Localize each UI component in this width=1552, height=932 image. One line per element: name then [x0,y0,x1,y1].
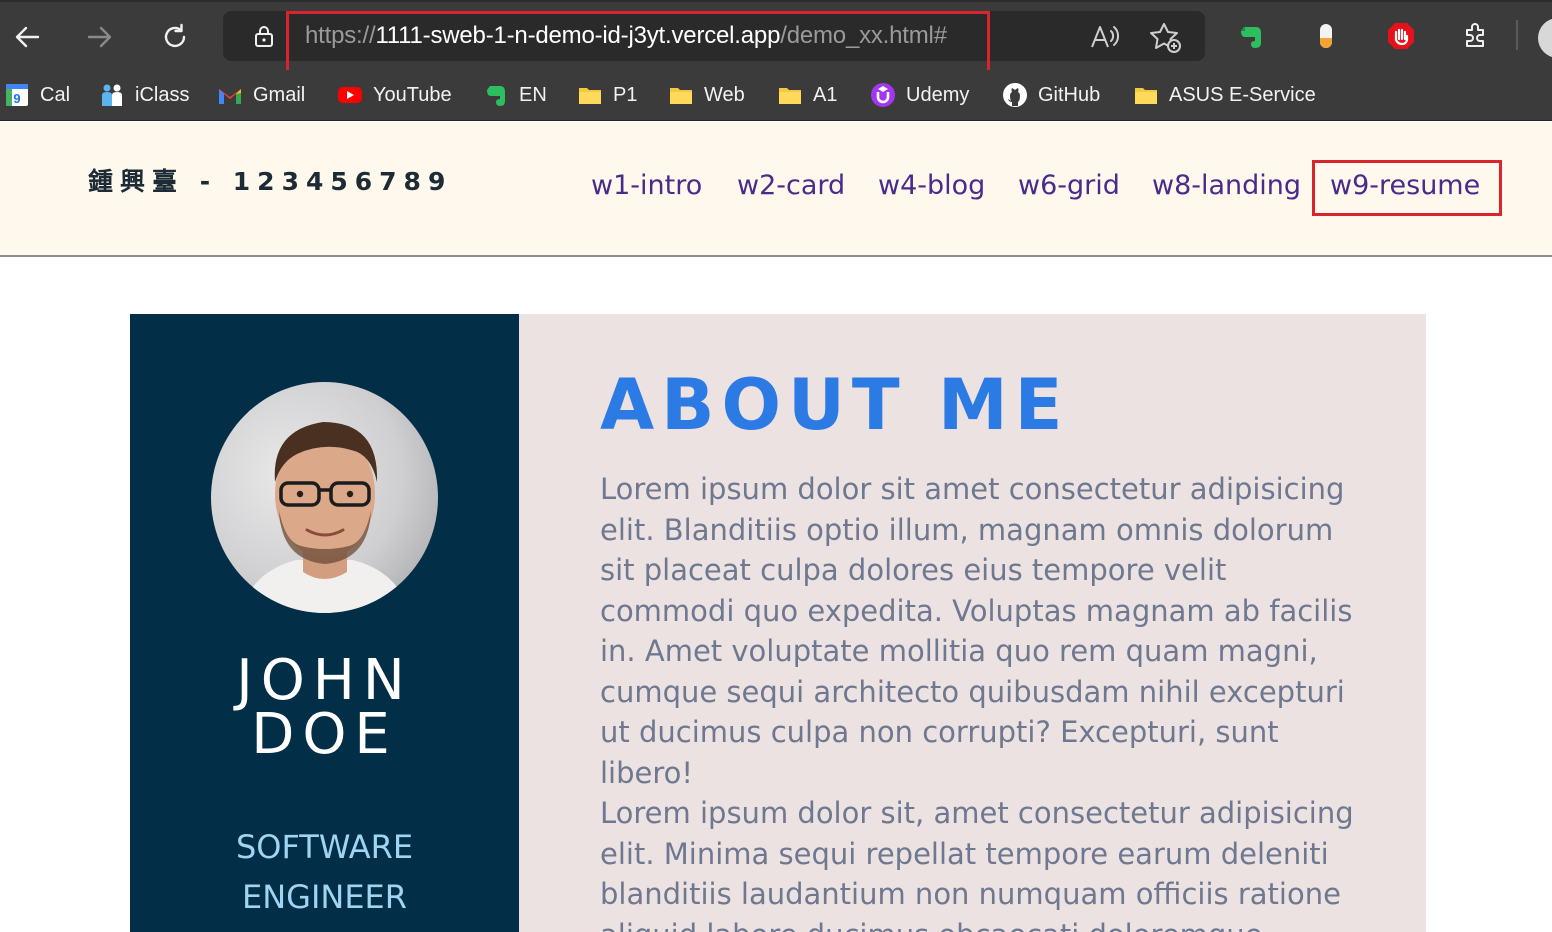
forward-button[interactable] [75,12,125,62]
bookmark-label: Web [704,83,745,106]
job-title-line2: ENGINEER [242,878,407,916]
last-name: DOE [251,702,398,767]
bookmark-iclass[interactable]: iClass [99,78,189,112]
resume-sidebar: JOHN DOE SOFTWARE ENGINEER [130,314,519,932]
bookmark-p1[interactable]: P1 [577,78,637,112]
nav-link-w2-card[interactable]: w2-card [737,170,845,201]
evernote-extension-button[interactable] [1234,19,1268,53]
youtube-icon [337,82,363,108]
about-paragraph-2: Lorem ipsum dolor sit, amet consectetur … [600,796,1354,932]
nav-link-w9-resume[interactable]: w9-resume [1330,170,1480,201]
udemy-icon [870,82,896,108]
site-brand: 鍾興臺 - 123456789 [88,167,453,196]
github-icon [1002,82,1028,108]
url-host: 1111-sweb-1-n-demo-id-j3yt.vercel.app [375,22,781,49]
person-portrait-icon [241,422,409,613]
nav-link-w6-grid[interactable]: w6-grid [1018,170,1120,201]
first-name: JOHN [236,648,413,713]
nav-link-w1-intro[interactable]: w1-intro [591,170,702,201]
bookmark-label: Udemy [906,83,970,106]
forward-arrow-icon [87,26,112,48]
back-arrow-icon [15,26,40,48]
job-title-line1: SOFTWARE [235,828,414,866]
bookmarks-bar: 9 Cal iClass Gmail YouTube EN P1 Web A1 … [0,70,1552,121]
iclass-icon [99,82,125,108]
bookmark-asus-eservice[interactable]: ASUS E-Service [1133,78,1316,112]
nav-link-w4-blog[interactable]: w4-blog [878,170,985,201]
bookmark-gmail[interactable]: Gmail [217,78,305,112]
lock-icon[interactable] [251,23,277,49]
bookmark-cal[interactable]: 9 Cal [4,78,70,112]
bookmark-label: EN [519,83,547,106]
nav-link-w8-landing[interactable]: w8-landing [1152,170,1301,201]
browser-toolbar: https://1111-sweb-1-n-demo-id-j3yt.verce… [0,0,1552,73]
capsule-extension-button[interactable] [1309,19,1343,53]
about-section: ABOUT ME Lorem ipsum dolor sit amet cons… [519,314,1426,932]
refresh-icon [164,23,186,48]
svg-text:9: 9 [13,91,20,106]
bookmark-label: P1 [613,83,638,106]
toolbar-divider [1516,20,1518,50]
gmail-icon [217,82,243,108]
folder-icon [577,82,603,108]
bookmark-web[interactable]: Web [668,78,745,112]
capsule-icon [1320,24,1332,48]
site-header: 鍾興臺 - 123456789 w1-intro w2-card w4-blog… [0,122,1552,257]
favorite-add-icon[interactable] [1149,21,1183,55]
address-bar[interactable]: https://1111-sweb-1-n-demo-id-j3yt.verce… [223,11,1205,61]
back-button[interactable] [2,12,52,62]
folder-icon [668,82,694,108]
bookmark-github[interactable]: GitHub [1002,78,1100,112]
folder-icon [1133,82,1159,108]
evernote-icon [483,82,509,108]
folder-icon [777,82,803,108]
bookmark-label: YouTube [373,83,452,106]
profile-photo [211,382,438,613]
about-paragraph-1: Lorem ipsum dolor sit amet consectetur a… [600,472,1353,790]
about-heading: ABOUT ME [600,364,1070,446]
bookmark-a1[interactable]: A1 [777,78,837,112]
bookmark-en[interactable]: EN [483,78,547,112]
resume-card: JOHN DOE SOFTWARE ENGINEER ABOUT ME Lore… [130,314,1426,932]
bookmark-label: ASUS E-Service [1169,83,1316,106]
person-name: JOHN DOE [130,648,519,767]
job-title: SOFTWARE ENGINEER [130,822,519,922]
block-extension-button[interactable] [1384,19,1418,53]
url-text[interactable]: https://1111-sweb-1-n-demo-id-j3yt.verce… [305,22,947,50]
extensions-button[interactable] [1458,19,1492,53]
bookmark-youtube[interactable]: YouTube [337,78,452,112]
bookmark-label: Gmail [253,83,306,106]
stop-hand-icon [1388,23,1414,49]
bookmark-udemy[interactable]: Udemy [870,78,969,112]
calendar-icon: 9 [4,82,30,108]
bookmark-label: A1 [813,83,838,106]
bookmark-label: GitHub [1038,83,1101,106]
url-path: /demo_xx.html# [780,22,947,49]
puzzle-icon [1466,23,1484,47]
url-scheme: https:// [305,22,376,49]
bookmark-label: Cal [40,83,71,106]
profile-avatar[interactable] [1538,18,1552,58]
bookmark-label: iClass [135,83,190,106]
evernote-icon [1241,27,1261,48]
refresh-button[interactable] [150,12,200,62]
read-aloud-icon[interactable] [1089,21,1121,53]
